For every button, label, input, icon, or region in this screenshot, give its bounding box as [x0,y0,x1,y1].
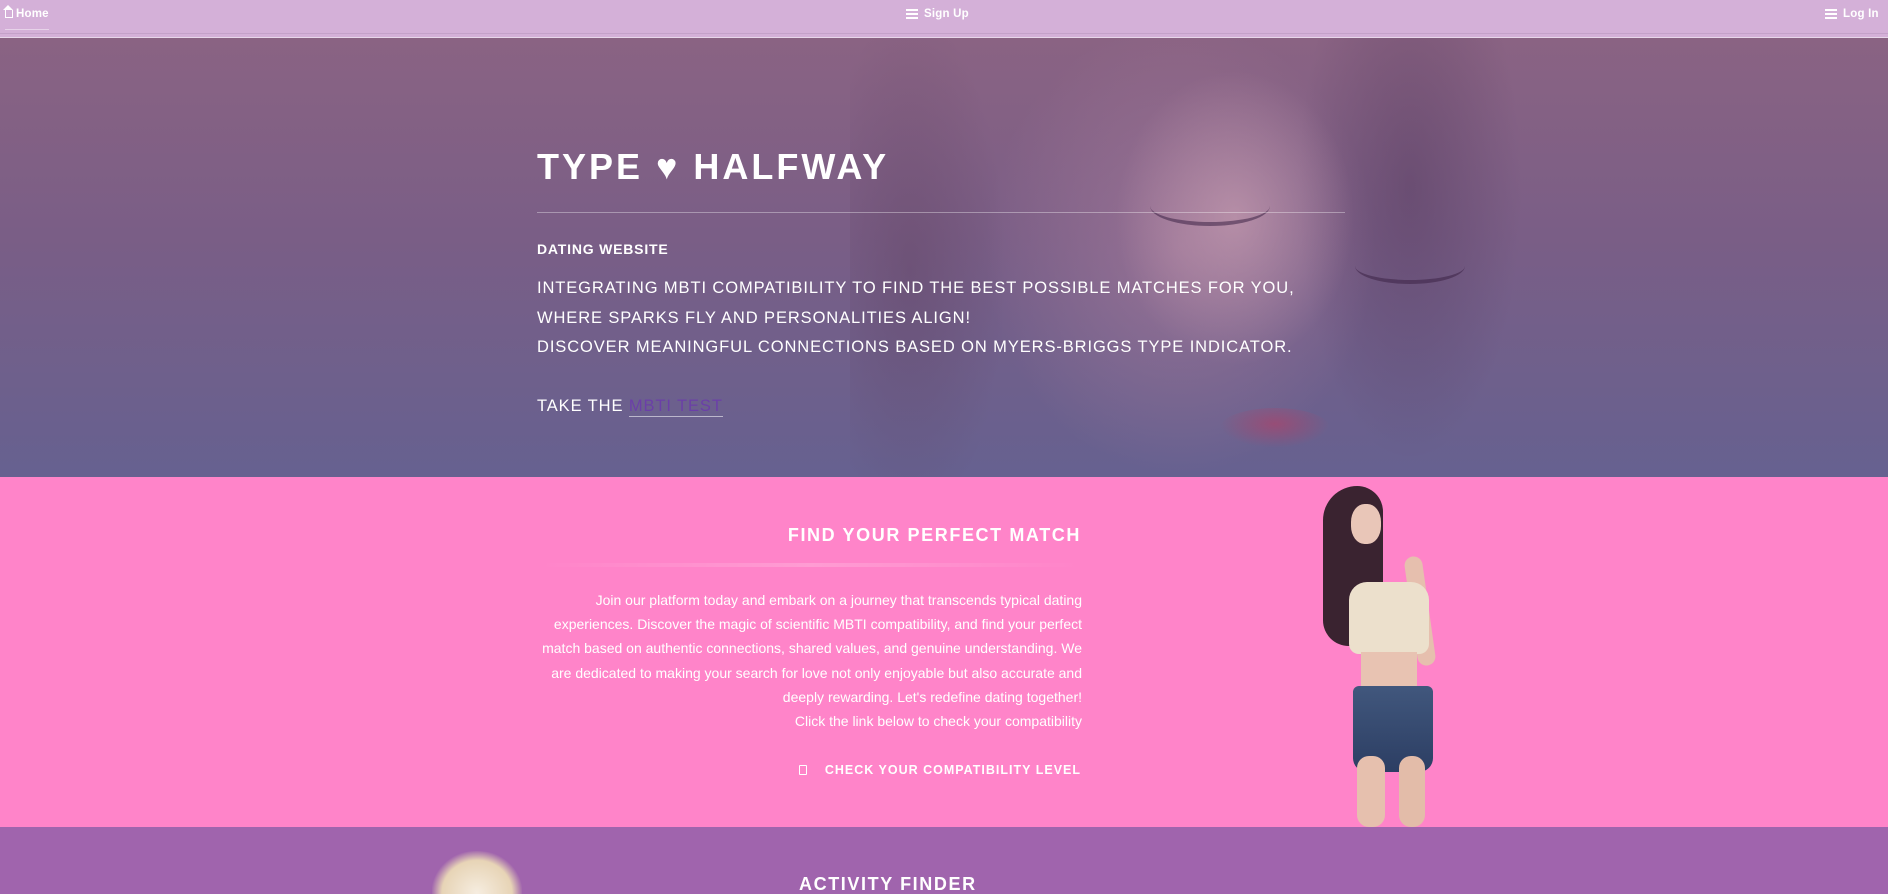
model-leg [1357,756,1385,827]
hero-tagline-1: INTEGRATING MBTI COMPATIBILITY TO FIND T… [537,279,1295,297]
model-face [1351,504,1381,544]
nav-divider [0,33,1888,34]
signup-label: Sign Up [924,8,969,20]
activity-finder-section: ACTIVITY FINDER [0,827,1888,894]
activity-finder-heading: ACTIVITY FINDER [799,874,977,894]
paragraph-line: Click the link below to check your compa… [794,713,1082,730]
login-link[interactable]: Log In [1825,0,1879,28]
perfect-match-heading: FIND YOUR PERFECT MATCH [787,525,1081,545]
document-icon [798,765,807,775]
model-top [1349,582,1429,654]
hamburger-icon [906,9,918,19]
home-link[interactable]: Home [3,0,49,30]
top-navigation: Home Sign Up Log In [0,0,1888,38]
perfect-match-text: Join our platform today and embark on a … [542,588,1082,733]
paragraph-line: deeply rewarding. Let's redefine dating … [782,688,1082,705]
model-leg [1399,756,1425,827]
hero-photo-eye [1150,186,1270,226]
perfect-match-section: FIND YOUR PERFECT MATCH Join our platfor… [0,477,1888,827]
hero-photo-eye [1355,248,1465,284]
paragraph-line: are dedicated to making your search for … [551,664,1082,681]
paragraph-line: match based on authentic connections, sh… [542,640,1082,657]
check-compatibility-link[interactable]: CHECK YOUR COMPATIBILITY LEVEL [798,763,1081,777]
cta-prefix: TAKE THE [537,397,629,415]
signup-link[interactable]: Sign Up [906,0,969,28]
paragraph-line: Join our platform today and embark on a … [595,592,1082,608]
home-underline [5,29,49,30]
hero-banner: TYPE ♥ HALFWAY DATING WEBSITE INTEGRATIN… [0,38,1888,477]
check-compatibility-label: CHECK YOUR COMPATIBILITY LEVEL [824,763,1081,777]
paragraph-line: experiences. Discover the magic of scien… [553,616,1082,633]
hero-tagline-3: DISCOVER MEANINGFUL CONNECTIONS BASED ON… [537,338,1293,356]
heading-glow [540,563,1080,567]
hero-tagline-2: WHERE SPARKS FLY AND PERSONALITIES ALIGN… [537,309,971,327]
site-title: TYPE ♥ HALFWAY [537,146,890,187]
mbti-test-link[interactable]: MBTI TEST [628,397,723,417]
site-subtitle: DATING WEBSITE [537,241,669,257]
model-photo [1315,486,1475,827]
hamburger-icon [1825,9,1837,19]
home-icon [3,5,13,18]
blonde-model-photo [432,851,522,894]
hero-divider [537,212,1345,213]
home-label: Home [16,8,49,20]
login-label: Log In [1843,8,1879,20]
hero-photo-lips [1220,408,1330,448]
mbti-cta: TAKE THE MBTI TEST [537,397,723,417]
